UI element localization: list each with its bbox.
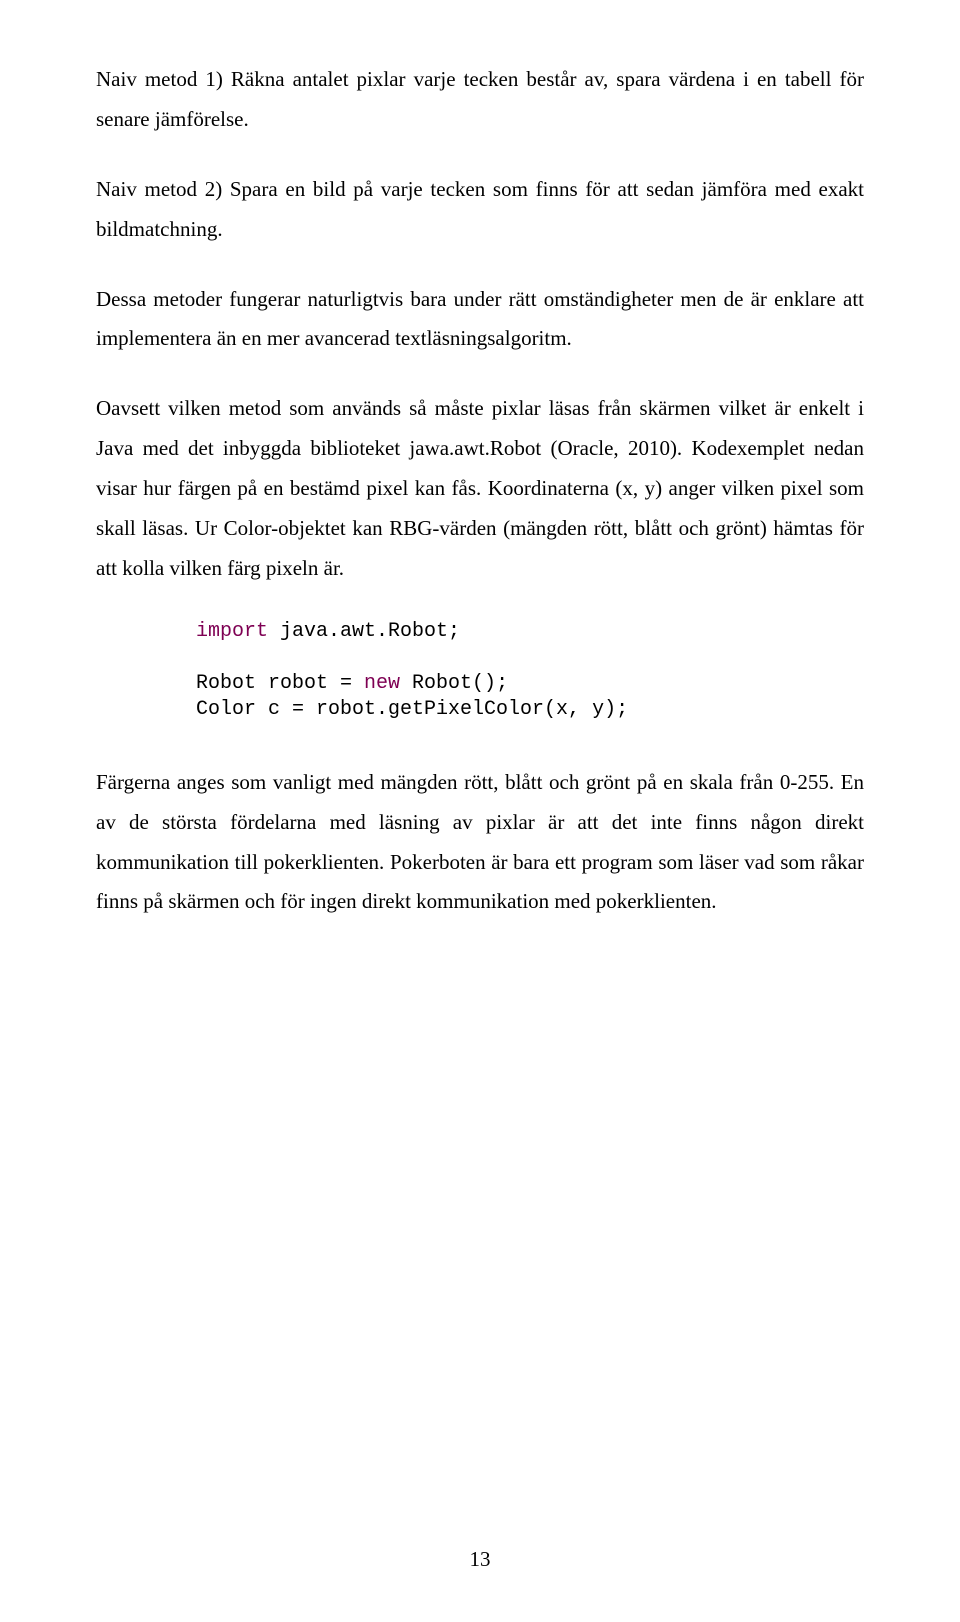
paragraph-3: Dessa metoder fungerar naturligtvis bara… bbox=[96, 280, 864, 360]
paragraph-5: Färgerna anges som vanligt med mängden r… bbox=[96, 763, 864, 923]
document-page: Naiv metod 1) Räkna antalet pixlar varje… bbox=[0, 0, 960, 1622]
paragraph-2: Naiv metod 2) Spara en bild på varje tec… bbox=[96, 170, 864, 250]
code-block: import java.awt.Robot; Robot robot = new… bbox=[196, 619, 864, 723]
code-text: Color c = robot.getPixelColor(x, y); bbox=[196, 698, 628, 721]
paragraph-1: Naiv metod 1) Räkna antalet pixlar varje… bbox=[96, 60, 864, 140]
code-text: Robot robot = bbox=[196, 672, 364, 695]
code-text: Robot(); bbox=[400, 672, 508, 695]
page-number: 13 bbox=[0, 1547, 960, 1572]
code-keyword-new: new bbox=[364, 672, 400, 695]
paragraph-4: Oavsett vilken metod som används så måst… bbox=[96, 389, 864, 588]
code-text: java.awt.Robot; bbox=[268, 620, 460, 643]
code-keyword-import: import bbox=[196, 620, 268, 643]
